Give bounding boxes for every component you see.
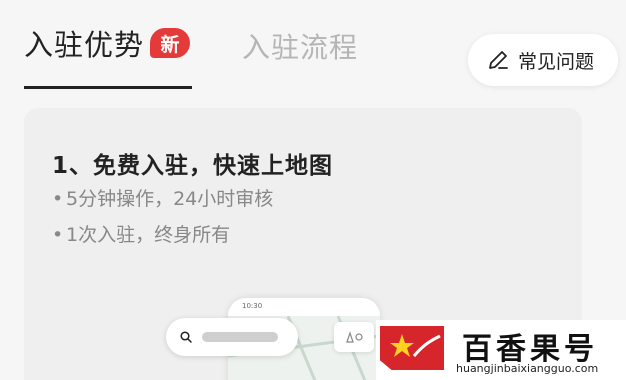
- watermark-logo-icon: [380, 326, 444, 370]
- watermark: 百香果号 huangjinbaixiangguo.com: [376, 320, 626, 380]
- bullet-item: • 1次入驻，终身所有: [52, 220, 230, 247]
- bullet-text: 5分钟操作，24小时审核: [66, 188, 274, 210]
- bullet-text: 1次入驻，终身所有: [66, 224, 231, 246]
- phone-status-time: 10:30: [242, 302, 263, 310]
- watermark-url: huangjinbaixiangguo.com: [456, 362, 599, 375]
- tab-label: 入驻优势: [24, 28, 145, 62]
- tab-entry-process[interactable]: 入驻流程: [242, 26, 358, 66]
- active-tab-indicator: [24, 86, 192, 89]
- faq-button[interactable]: 常见问题: [468, 34, 618, 86]
- faq-label: 常见问题: [518, 50, 595, 73]
- bullet-dot: •: [52, 188, 64, 210]
- location-icon: [346, 331, 363, 343]
- map-tool-illustration: [334, 322, 374, 352]
- tab-entry-advantages[interactable]: 入驻优势 新: [24, 22, 191, 64]
- card-title: 1、免费入驻，快速上地图: [52, 153, 334, 179]
- blurred-search-text: [202, 332, 278, 342]
- map-search-illustration: [166, 318, 298, 356]
- bullet-item: • 5分钟操作，24小时审核: [52, 184, 273, 211]
- bullet-dot: •: [52, 224, 64, 246]
- search-icon: [180, 331, 192, 343]
- pencil-icon: [489, 51, 508, 69]
- new-badge: 新: [150, 28, 191, 58]
